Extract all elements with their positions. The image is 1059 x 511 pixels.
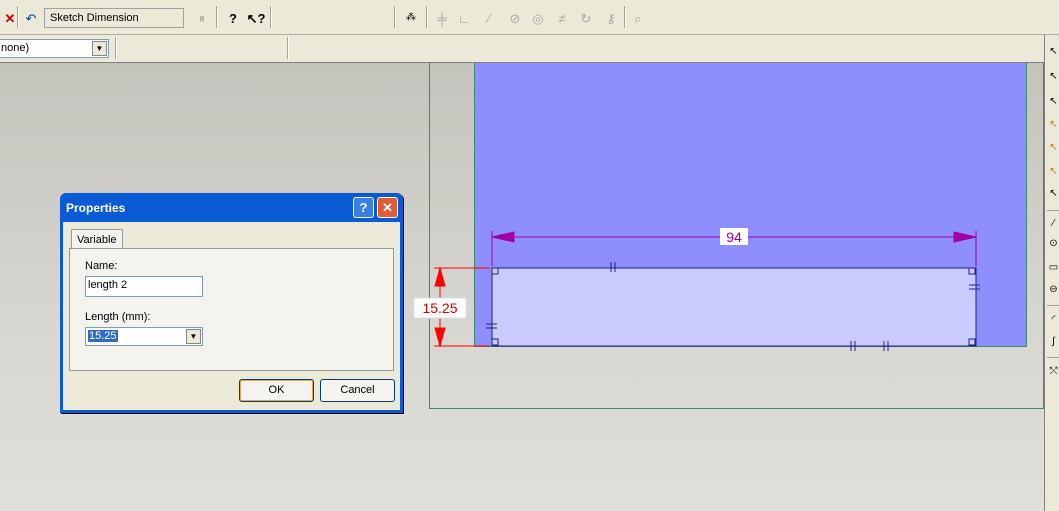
rectangle-icon[interactable]: ▭ [1047, 261, 1059, 275]
arc-icon[interactable]: ◜ [1047, 313, 1059, 327]
horizontal-dim-label[interactable]: 94 [726, 229, 742, 245]
ellipse-icon[interactable]: ⊖ [1047, 283, 1059, 297]
select-lock-edge-icon[interactable]: ↖ [1047, 141, 1059, 155]
line-icon[interactable]: ⁄ [1047, 217, 1059, 231]
trim-icon[interactable]: ⤲ [1047, 365, 1059, 379]
dialog-body: Variable Name: length 2 Length (mm): 15.… [63, 222, 400, 410]
name-field-value: length 2 [88, 279, 128, 291]
circle-icon[interactable]: ⊙ [1047, 237, 1059, 251]
name-label: Name: [85, 260, 118, 272]
tab-variable[interactable]: Variable [71, 229, 123, 249]
cancel-button[interactable]: Cancel [320, 379, 395, 402]
toolbar-separator [1047, 305, 1059, 306]
toolbar-separator [1047, 357, 1059, 358]
ok-button[interactable]: OK [239, 379, 314, 402]
select-edge-icon[interactable]: ↖ [1047, 70, 1059, 84]
select-icon[interactable]: ↖ [1047, 45, 1059, 59]
select-all-icon[interactable]: ↖ [1047, 187, 1059, 201]
name-field[interactable]: length 2 [85, 276, 203, 297]
length-label: Length (mm): [85, 311, 151, 323]
tab-panel: Name: length 2 Length (mm): 15.25 ▼ [69, 248, 394, 371]
properties-dialog: Properties ? ✕ Variable Name: length 2 L… [60, 193, 403, 413]
toolbar-separator [1047, 210, 1059, 211]
vertical-dim-label[interactable]: 15.25 [422, 300, 457, 316]
help-icon[interactable]: ? [353, 197, 374, 218]
right-toolbar: ↖ ↖ ↖ ↖ ↖ ↖ ↖ ⁄ ⊙ ▭ ⊖ ◜ ∫ ⤲ [1044, 35, 1059, 511]
chevron-down-icon[interactable]: ▼ [186, 329, 201, 344]
spline-icon[interactable]: ∫ [1047, 335, 1059, 349]
length-combo-value: 15.25 [88, 330, 118, 342]
select-lock-icon[interactable]: ↖ [1047, 118, 1059, 132]
close-icon[interactable]: ✕ [377, 197, 398, 218]
length-combo[interactable]: 15.25 ▼ [85, 327, 203, 346]
sketch-rectangle[interactable] [491, 267, 977, 347]
select-face-icon[interactable]: ↖ [1047, 95, 1059, 109]
select-group-icon[interactable]: ↖ [1047, 165, 1059, 179]
dialog-title: Properties [66, 201, 126, 215]
